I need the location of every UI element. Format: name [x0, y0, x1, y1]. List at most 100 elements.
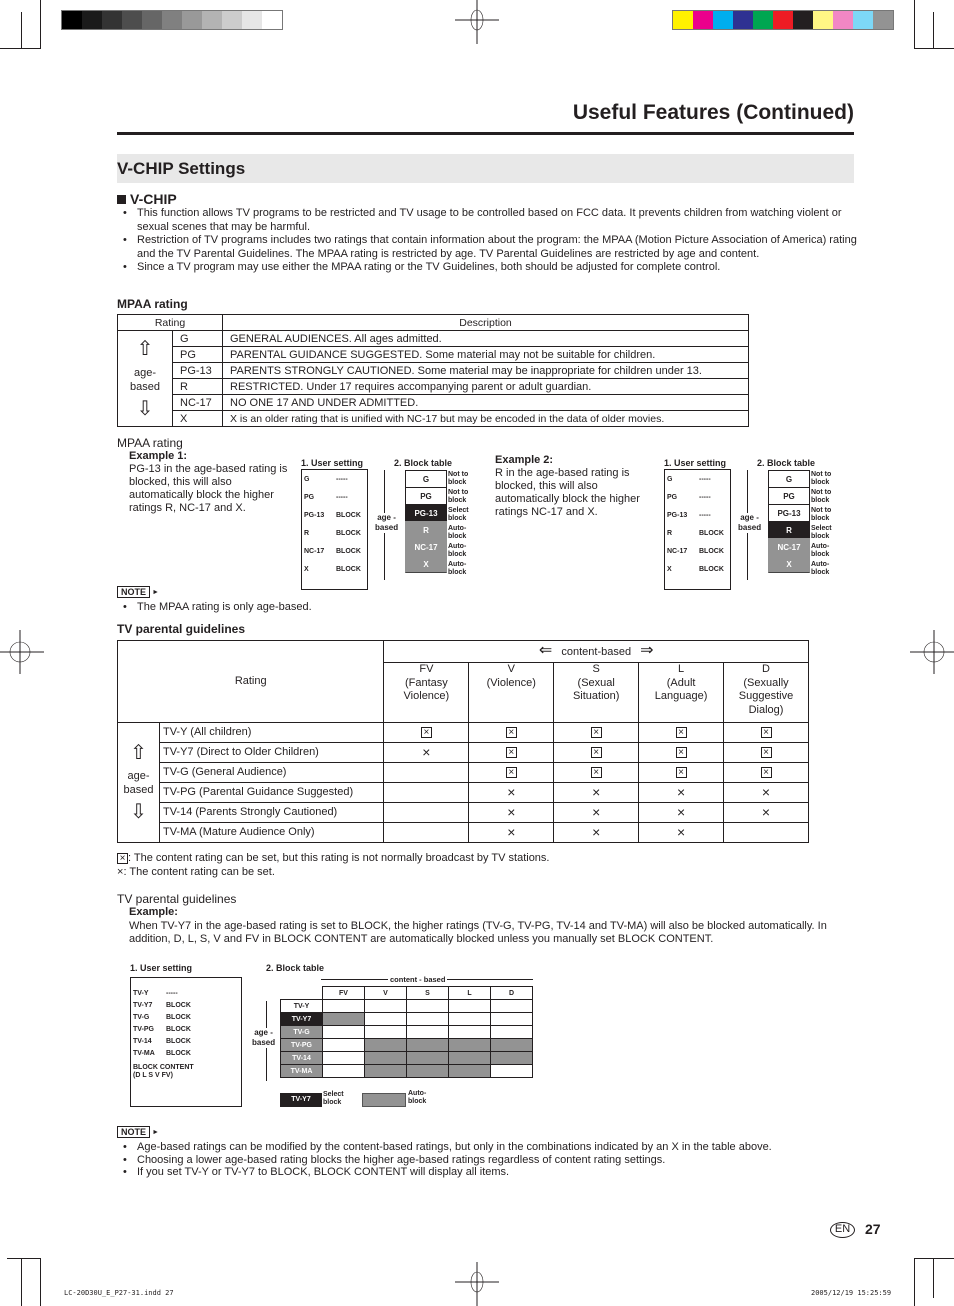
page-number: 27: [865, 1221, 881, 1237]
block-state-label: Auto-block: [448, 525, 467, 540]
footer-timestamp: 2005/12/19 15:25:59: [811, 1289, 892, 1297]
color-swatch: [813, 11, 833, 29]
rating-name: TV-MA (Mature Audience Only): [158, 822, 385, 843]
legend-auto-swatch: [362, 1093, 406, 1107]
setting-value: -----: [336, 476, 348, 483]
empty-cell: [383, 782, 470, 803]
block-cell: G: [405, 470, 447, 488]
rating-name: TV-G (General Audience): [158, 762, 385, 783]
open-cell: [364, 1012, 407, 1026]
bullet-item: Restriction of TV programs includes two …: [117, 234, 857, 261]
auto-block-cell: [364, 1051, 407, 1065]
auto-block-cell: [490, 1038, 533, 1052]
rating-name: TV-14 (Parents Strongly Cautioned): [158, 802, 385, 823]
open-cell: [448, 1025, 491, 1039]
note-badge: NOTE: [117, 1126, 159, 1138]
user-setting-row: X BLOCK: [665, 560, 730, 578]
user-setting-box: G ----- PG ----- PG-13 BLOCK R BLOCK NC-17 BLOCK X…: [301, 469, 368, 590]
block-state-label: Auto-block: [448, 561, 467, 576]
open-cell: [364, 1025, 407, 1039]
auto-block-cell: [406, 1051, 449, 1065]
open-cell: [490, 1025, 533, 1039]
setting-value: BLOCK: [336, 548, 361, 555]
rating-name: TV-Y (All children): [158, 722, 385, 743]
open-cell: [448, 999, 491, 1013]
user-setting-label: 1. User setting: [130, 963, 193, 973]
block-table-column: G PG PG-13 R NC-17 X: [768, 470, 810, 573]
block-cell: PG: [768, 487, 810, 505]
rating-name: TV-PG (Parental Guidance Suggested): [158, 782, 385, 803]
rating-label: X: [304, 566, 309, 573]
boxed-x-icon: ×: [638, 762, 725, 783]
mpaa-heading: MPAA rating: [117, 297, 188, 311]
square-bullet-icon: [117, 195, 126, 204]
boxed-x-icon: ×: [553, 742, 640, 763]
x-icon: ×: [468, 822, 555, 843]
setting-value: -----: [699, 476, 711, 483]
bullet-item: If you set TV-Y or TV-Y7 to BLOCK, BLOCK…: [117, 1166, 857, 1179]
block-state-label: Not to block: [811, 471, 832, 486]
user-setting-row: PG -----: [665, 488, 730, 506]
open-cell: [322, 1064, 365, 1078]
user-setting-row: PG -----: [302, 488, 367, 506]
empty-cell: [383, 762, 470, 783]
block-cell: R: [768, 521, 810, 539]
user-setting-row: TV-Y -----: [133, 990, 178, 997]
rating-header: Rating: [116, 640, 385, 723]
tv-example-text: Example: When TV-Y7 in the age-based rat…: [129, 906, 827, 945]
content-column-header: V (Violence): [468, 662, 555, 723]
table-row: TV-Y7 (Direct to Older Children) × × × × ×: [118, 742, 809, 763]
color-swatch: [853, 11, 873, 29]
open-cell: [322, 1025, 365, 1039]
boxed-x-icon: ×: [383, 722, 470, 743]
note1-bullets: The MPAA rating is only age-based.: [117, 601, 857, 615]
legend-box: ×: The content rating can be set, but th…: [117, 852, 550, 864]
block-table-label: 2. Block table: [266, 963, 325, 973]
x-icon: ×: [553, 822, 640, 843]
age-rating-cell: TV-Y7: [280, 1012, 323, 1026]
x-icon: ×: [638, 802, 725, 823]
user-setting-row: R BLOCK: [302, 524, 367, 542]
column-header: FV: [322, 986, 365, 1000]
open-cell: [322, 999, 365, 1013]
age-rating-cell: TV-MA: [280, 1064, 323, 1078]
x-icon: ×: [553, 802, 640, 823]
section-bar: V-CHIP Settings: [117, 154, 854, 183]
language-badge: EN: [830, 1222, 855, 1238]
user-setting-row: TV-G BLOCK: [133, 1014, 191, 1021]
table-row: R RESTRICTED. Under 17 requires accompany…: [118, 378, 749, 395]
boxed-x-icon: ×: [553, 722, 640, 743]
color-swatch-bar: [672, 10, 894, 30]
rating-label: G: [304, 476, 310, 483]
block-state-label: Not to block: [448, 489, 469, 504]
table-row: PG-13 PARENTS STRONGLY CAUTIONED. Some ma…: [118, 362, 749, 379]
setting-value: -----: [336, 494, 348, 501]
empty-cell: [383, 802, 470, 823]
rating-name: TV-Y7 (Direct to Older Children): [158, 742, 385, 763]
table-row: TV-14 (Parents Strongly Cautioned) × × × ×: [118, 802, 809, 823]
legend-x: ×: The content rating can be set.: [117, 866, 275, 878]
note2-bullets: Age-based ratings can be modified by the…: [117, 1141, 857, 1179]
color-swatch: [733, 11, 753, 29]
block-row: TV-MA: [280, 1064, 533, 1078]
setting-value: -----: [699, 494, 711, 501]
content-column-header: L (Adult Language): [638, 662, 725, 723]
auto-block-cell: [490, 1051, 533, 1065]
boxed-x-icon: ×: [723, 722, 809, 743]
auto-block-cell: [364, 1038, 407, 1052]
user-setting-row: X BLOCK: [302, 560, 367, 578]
open-cell: [406, 1012, 449, 1026]
x-icon: ×: [638, 782, 725, 803]
color-swatch: [102, 11, 122, 29]
block-state-label: Auto-block: [448, 543, 467, 558]
open-cell: [364, 999, 407, 1013]
example2-text: Example 2: R in the age-based rating is …: [495, 454, 640, 518]
footer-file-info: LC-20D30U_E_P27-31.indd 27: [64, 1289, 174, 1297]
arrow-up-icon: ⇧: [130, 742, 147, 764]
page-title: Useful Features (Continued): [572, 101, 854, 124]
column-header: D: [490, 986, 533, 1000]
block-row: TV-14: [280, 1051, 533, 1065]
table-row: TV-G (General Audience) × × × ×: [118, 762, 809, 783]
user-setting-label: 1. User setting: [301, 458, 364, 468]
block-state-label: Not to block: [811, 489, 832, 504]
